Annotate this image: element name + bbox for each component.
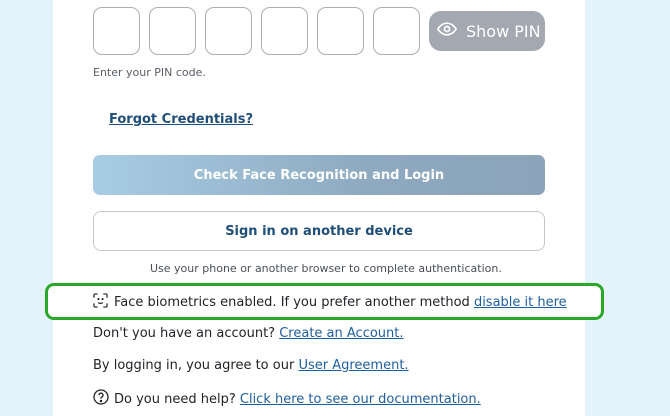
agreement-line: By logging in, you agree to our User Agr…	[93, 358, 409, 373]
biometrics-notice: Face biometrics enabled. If you prefer a…	[93, 293, 567, 312]
forgot-credentials-link[interactable]: Forgot Credentials?	[109, 112, 253, 127]
help-line: Do you need help? Click here to see our …	[93, 389, 481, 409]
help-text: Do you need help?	[114, 391, 240, 407]
pin-digit-2[interactable]	[149, 7, 196, 55]
agreement-text: By logging in, you agree to our	[93, 358, 299, 373]
documentation-link[interactable]: Click here to see our documentation.	[240, 392, 481, 407]
question-circle-icon	[93, 389, 109, 409]
pin-hint: Enter your PIN code.	[93, 66, 206, 79]
biometrics-text: Face biometrics enabled. If you prefer a…	[114, 295, 474, 310]
another-device-button[interactable]: Sign in on another device	[93, 211, 545, 251]
show-pin-label: Show PIN	[466, 21, 541, 41]
face-login-button[interactable]: Check Face Recognition and Login	[93, 155, 545, 195]
another-device-hint: Use your phone or another browser to com…	[150, 262, 502, 275]
show-pin-button[interactable]: Show PIN	[429, 11, 545, 51]
signup-line: Don't you have an account? Create an Acc…	[93, 326, 404, 341]
pin-digit-4[interactable]	[261, 7, 308, 55]
disable-biometrics-link[interactable]: disable it here	[474, 295, 567, 310]
create-account-link[interactable]: Create an Account.	[279, 326, 403, 341]
pin-digit-6[interactable]	[373, 7, 420, 55]
pin-digit-1[interactable]	[93, 7, 140, 55]
eye-icon	[436, 19, 458, 43]
pin-digit-5[interactable]	[317, 7, 364, 55]
face-scan-icon	[93, 293, 108, 312]
pin-digit-3[interactable]	[205, 7, 252, 55]
user-agreement-link[interactable]: User Agreement.	[298, 358, 408, 373]
signup-text: Don't you have an account?	[93, 326, 280, 341]
login-card	[53, 0, 585, 416]
